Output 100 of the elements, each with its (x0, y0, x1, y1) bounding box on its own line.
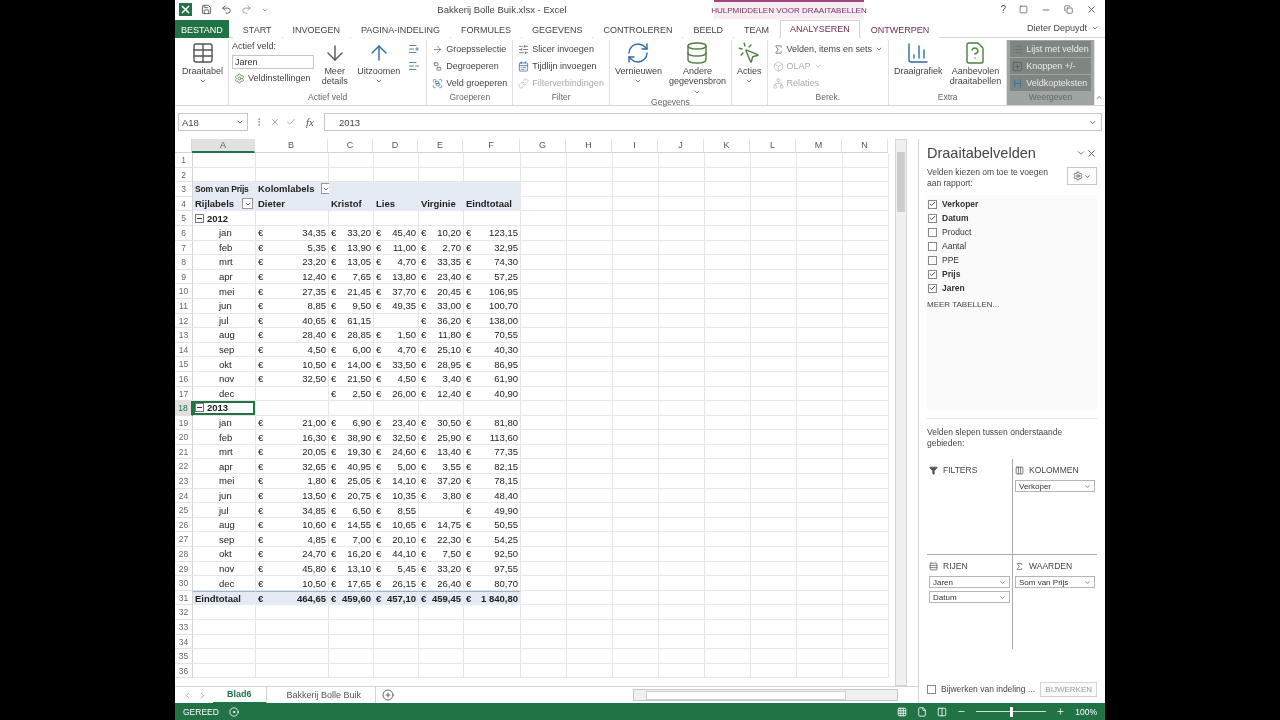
table-cell[interactable]: € 45,40 (374, 225, 419, 241)
table-cell[interactable] (797, 328, 843, 343)
checkbox[interactable] (927, 684, 936, 694)
table-cell[interactable]: € 49,35 (374, 298, 419, 314)
checkbox[interactable] (928, 241, 937, 251)
table-cell[interactable] (705, 430, 751, 445)
table-cell[interactable] (705, 517, 751, 533)
table-cell[interactable] (705, 182, 751, 197)
table-cell[interactable] (705, 357, 751, 372)
table-cell[interactable] (521, 371, 567, 387)
table-cell[interactable] (374, 605, 419, 620)
table-cell[interactable]: € 97,55 (464, 561, 521, 577)
table-cell[interactable]: € 10,50 (256, 357, 329, 372)
table-cell[interactable] (521, 532, 567, 548)
more-tables-link[interactable]: MEER TABELLEN... (927, 300, 1097, 309)
table-cell[interactable] (567, 547, 613, 562)
table-cell[interactable]: dec (193, 576, 256, 591)
table-cell[interactable] (659, 634, 705, 650)
table-cell[interactable]: € 28,95 (419, 357, 464, 372)
table-cell[interactable] (567, 415, 613, 431)
table-cell[interactable] (797, 517, 843, 533)
table-cell[interactable]: € 34,85 (256, 503, 329, 518)
table-cell[interactable] (797, 386, 843, 402)
table-cell[interactable] (613, 211, 659, 226)
table-cell[interactable]: € 21,45 (329, 284, 374, 299)
table-cell[interactable]: € 7,00 (329, 532, 374, 548)
table-cell[interactable] (521, 561, 567, 577)
table-cell[interactable]: € 6,50 (329, 503, 374, 518)
table-cell[interactable]: jun (193, 488, 256, 504)
table-cell[interactable] (843, 269, 889, 285)
ribbon-button[interactable]: Acties (735, 40, 764, 87)
table-cell[interactable]: € 16,30 (256, 430, 329, 445)
table-cell[interactable] (256, 605, 329, 620)
table-cell[interactable] (521, 357, 567, 372)
table-cell[interactable]: aug (193, 328, 256, 343)
table-cell[interactable] (521, 269, 567, 285)
table-cell[interactable]: nov (193, 371, 256, 387)
table-cell[interactable]: € 28,40 (256, 328, 329, 343)
field-chip[interactable]: Datum (929, 591, 1010, 603)
checkbox[interactable] (928, 213, 937, 223)
table-cell[interactable] (843, 430, 889, 445)
active-field-input[interactable]: Jaren (232, 55, 315, 69)
table-cell[interactable] (751, 255, 797, 270)
table-cell[interactable]: jul (193, 313, 256, 329)
table-cell[interactable]: € 16,20 (329, 547, 374, 562)
table-cell[interactable]: € 12,40 (256, 269, 329, 285)
table-cell[interactable] (705, 269, 751, 285)
table-cell[interactable] (567, 590, 613, 606)
checkbox[interactable] (928, 283, 937, 293)
collapse-icon[interactable] (195, 213, 204, 223)
table-cell[interactable] (613, 225, 659, 241)
table-cell[interactable] (797, 313, 843, 329)
table-cell[interactable] (659, 517, 705, 533)
table-cell[interactable] (797, 532, 843, 548)
table-cell[interactable] (521, 430, 567, 445)
table-cell[interactable] (797, 444, 843, 460)
table-cell[interactable] (567, 532, 613, 548)
table-cell[interactable] (659, 386, 705, 402)
ribbon-button[interactable]: Draaigrafiek (892, 40, 945, 78)
table-cell[interactable]: € 4,70 (374, 255, 419, 270)
table-cell[interactable]: € 3,55 (419, 459, 464, 475)
table-cell[interactable]: € 5,35 (256, 240, 329, 256)
table-cell[interactable] (705, 590, 751, 606)
table-cell[interactable] (659, 547, 705, 562)
table-cell[interactable] (797, 474, 843, 489)
table-cell[interactable] (567, 386, 613, 402)
table-cell[interactable] (797, 561, 843, 577)
table-cell[interactable] (521, 211, 567, 226)
table-cell[interactable]: € 13,40 (419, 444, 464, 460)
table-cell[interactable] (843, 605, 889, 620)
table-cell[interactable]: € 138,00 (464, 313, 521, 329)
table-cell[interactable] (567, 620, 613, 635)
table-cell[interactable] (659, 532, 705, 548)
table-cell[interactable] (567, 284, 613, 299)
next-sheet-icon[interactable] (198, 690, 207, 700)
table-cell[interactable]: jul (193, 503, 256, 518)
table-cell[interactable] (797, 401, 843, 416)
table-cell[interactable]: € 14,10 (374, 474, 419, 489)
table-cell[interactable] (374, 313, 419, 329)
table-cell[interactable] (659, 415, 705, 431)
table-cell[interactable]: mrt (193, 444, 256, 460)
table-cell[interactable] (797, 284, 843, 299)
table-cell[interactable] (751, 284, 797, 299)
table-cell[interactable] (613, 196, 659, 212)
table-cell[interactable] (613, 634, 659, 650)
ribbon-button[interactable]: Degroeperen (430, 58, 510, 74)
table-cell[interactable] (613, 620, 659, 635)
table-cell[interactable] (567, 255, 613, 270)
table-cell[interactable] (521, 503, 567, 518)
table-cell[interactable] (659, 342, 705, 358)
table-cell[interactable]: € 30,50 (419, 415, 464, 431)
table-cell[interactable] (843, 620, 889, 635)
table-cell[interactable] (329, 620, 374, 635)
table-cell[interactable] (843, 590, 889, 606)
table-cell[interactable]: € 2,70 (419, 240, 464, 256)
table-cell[interactable] (751, 386, 797, 402)
field-name[interactable]: Aantal (942, 241, 967, 251)
table-cell[interactable] (797, 167, 843, 183)
ribbon-button[interactable]: Draaitabel (180, 40, 226, 87)
table-cell[interactable] (374, 211, 419, 226)
